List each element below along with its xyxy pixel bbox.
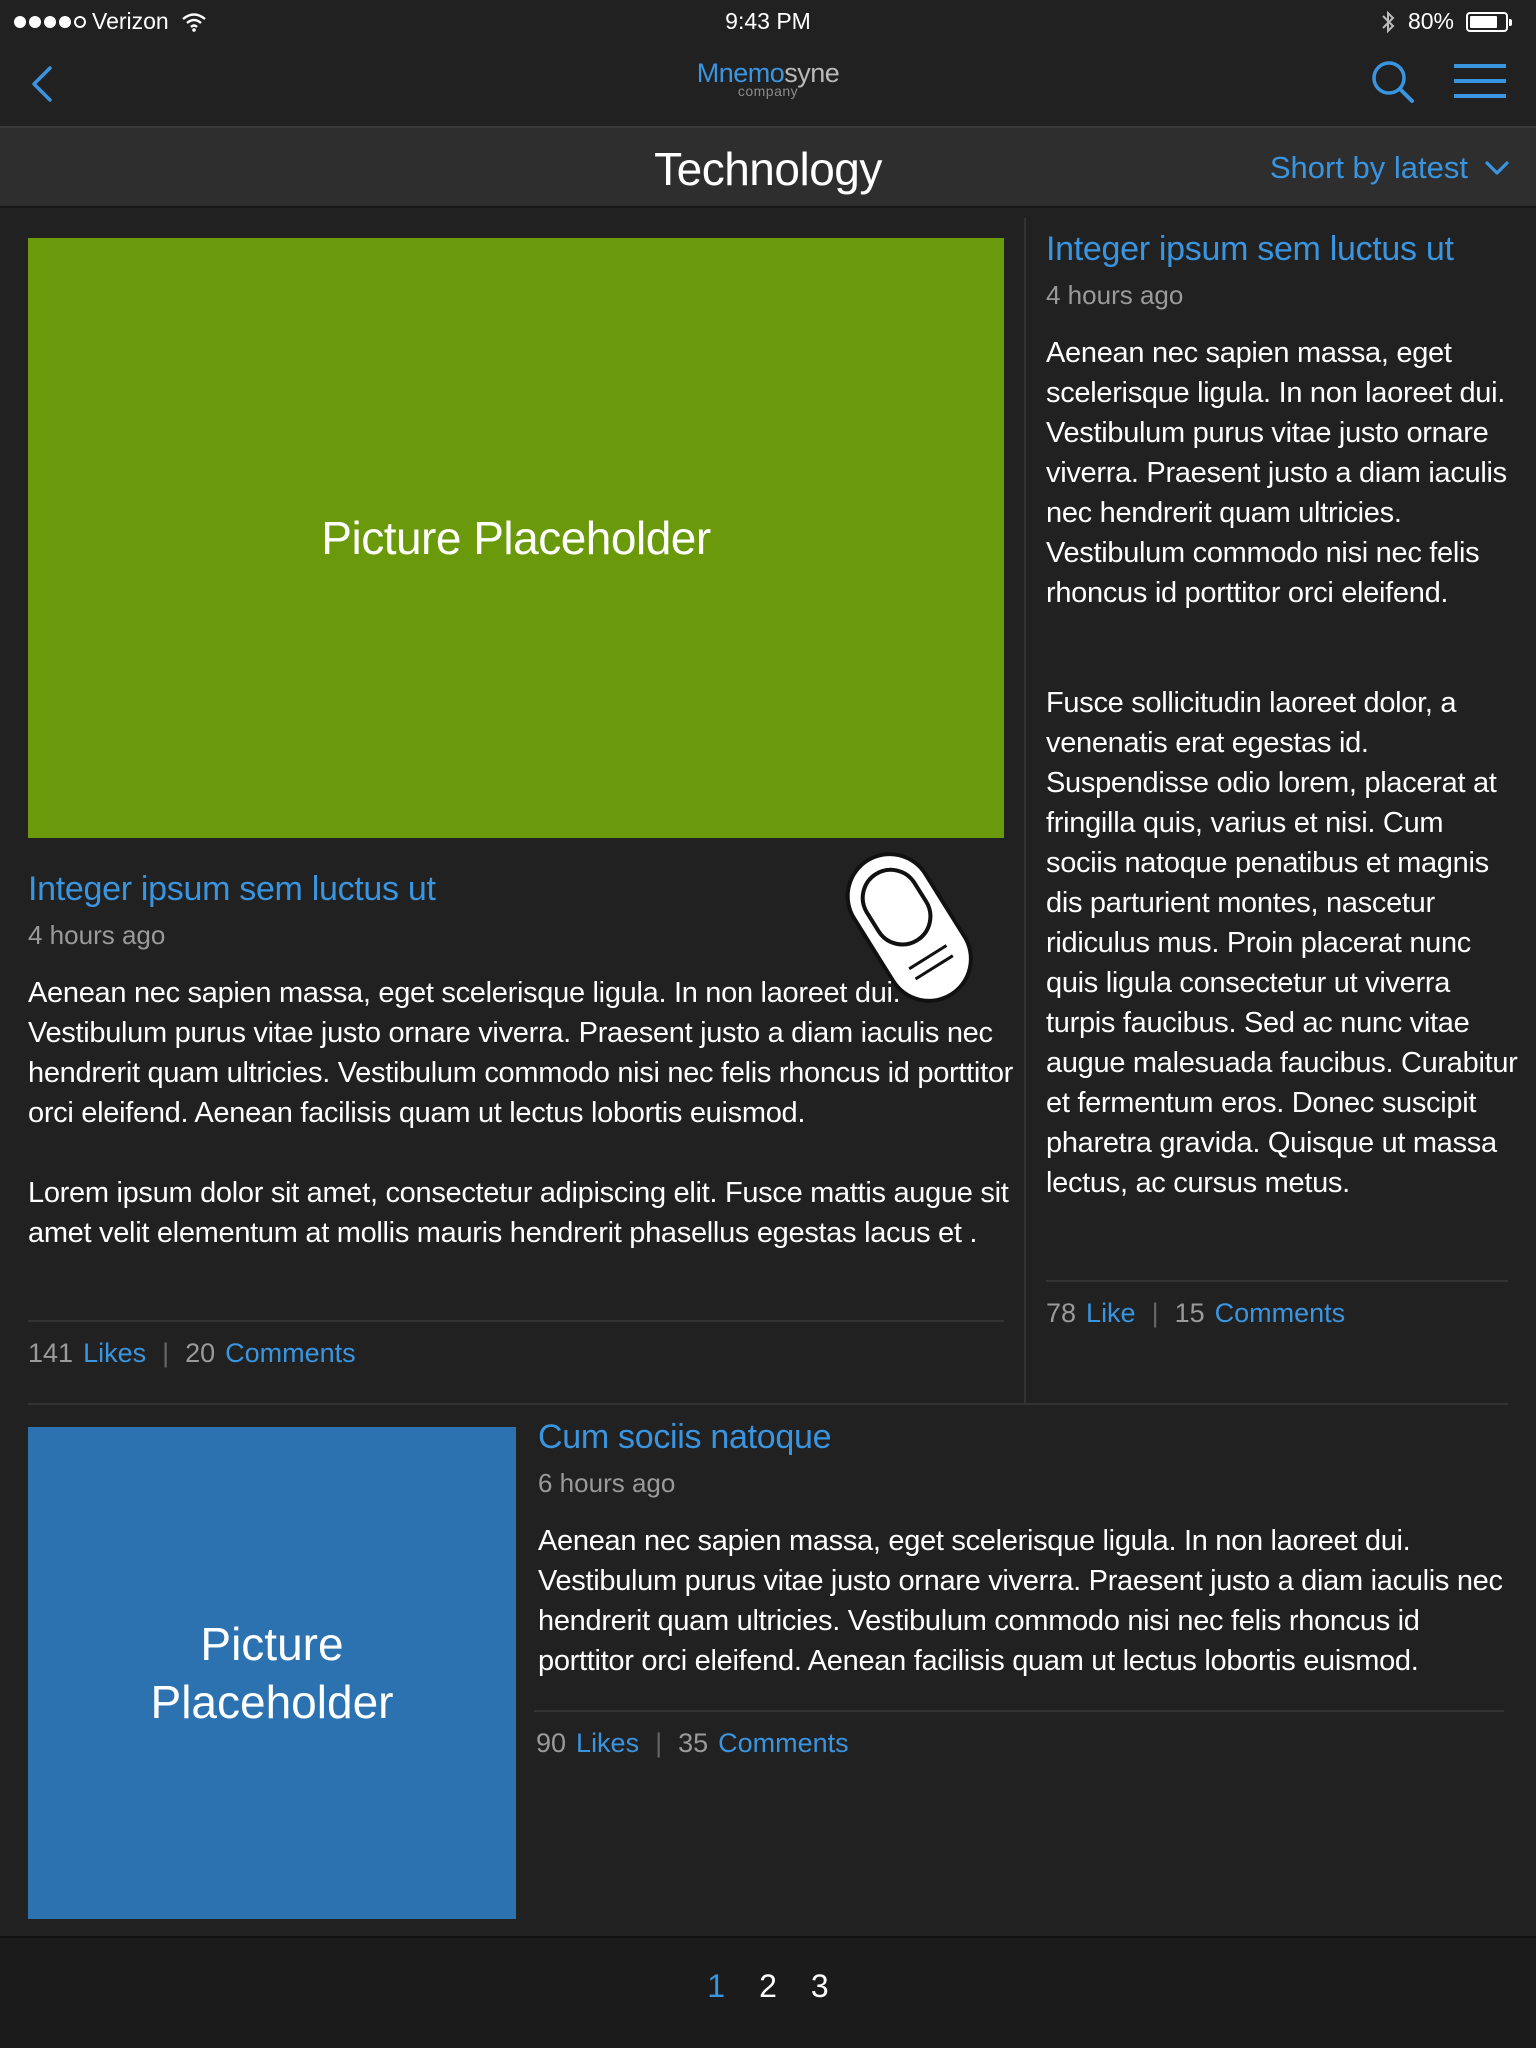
column-divider: [1024, 218, 1026, 1404]
status-bar: Verizon 9:43 PM 80%: [0, 0, 1536, 44]
clock: 9:43 PM: [725, 8, 811, 34]
article-image-placeholder[interactable]: Picture Placeholder: [28, 1427, 516, 1919]
article-stats: 90 Likes | 35 Comments: [536, 1728, 849, 1759]
article-title[interactable]: Cum sociis natoque: [538, 1418, 832, 1457]
placeholder-label: Picture Placeholder: [321, 512, 711, 564]
comments-count: 20: [185, 1338, 216, 1368]
menu-button[interactable]: [1450, 58, 1510, 106]
pagination-bar: 1 2 3: [0, 1936, 1536, 2048]
page-link-3[interactable]: 3: [811, 1968, 829, 2005]
comments-link[interactable]: Comments: [1215, 1298, 1346, 1329]
stats-separator: |: [655, 1728, 663, 1758]
bluetooth-icon: [1382, 10, 1395, 33]
app-logo: Mnemosyne company: [0, 58, 1536, 99]
placeholder-label-line1: Picture: [200, 1618, 344, 1670]
article-paragraph: Lorem ipsum dolor sit amet, consectetur …: [28, 1177, 1009, 1249]
likes-count: 141: [28, 1338, 74, 1368]
likes-link[interactable]: Likes: [83, 1338, 146, 1369]
sort-label: Short by latest: [1269, 150, 1468, 185]
article-paragraph: Aenean nec sapien massa, eget scelerisqu…: [538, 1525, 1503, 1677]
article-timestamp: 4 hours ago: [28, 920, 166, 950]
article-stats: 78 Like | 15 Comments: [1046, 1298, 1345, 1329]
page-link-1[interactable]: 1: [707, 1968, 725, 2005]
article-timestamp: 6 hours ago: [538, 1468, 676, 1498]
comments-count: 35: [678, 1728, 709, 1758]
battery-fill: [1470, 15, 1498, 28]
article-stats: 141 Likes | 20 Comments: [28, 1338, 356, 1369]
battery-percent: 80%: [1407, 8, 1454, 34]
likes-count: 90: [536, 1728, 567, 1758]
page-link-2[interactable]: 2: [759, 1968, 777, 2005]
divider: [1046, 1280, 1508, 1282]
placeholder-label-line2: Placeholder: [150, 1676, 394, 1728]
stats-separator: |: [1151, 1298, 1159, 1328]
likes-count: 78: [1046, 1298, 1077, 1328]
battery-icon: [1466, 11, 1512, 32]
article-title[interactable]: Integer ipsum sem luctus ut: [1046, 230, 1454, 269]
likes-link[interactable]: Like: [1086, 1298, 1136, 1329]
likes-link[interactable]: Likes: [576, 1728, 639, 1759]
divider: [28, 1320, 1004, 1322]
section-divider: [28, 1403, 1508, 1405]
status-right-group: 80%: [1380, 8, 1512, 35]
stats-separator: |: [162, 1338, 170, 1368]
menu-icon: [1454, 64, 1506, 98]
article-paragraph: Fusce sollicitudin laoreet dolor, a vene…: [1046, 687, 1518, 1199]
article-image-placeholder[interactable]: Picture Placeholder: [28, 238, 1004, 838]
comments-count: 15: [1174, 1298, 1205, 1328]
search-button[interactable]: [1366, 54, 1420, 112]
chevron-down-icon: [1485, 161, 1509, 175]
nav-bar: Mnemosyne company: [0, 44, 1536, 126]
article-timestamp: 4 hours ago: [1046, 280, 1184, 310]
comments-link[interactable]: Comments: [718, 1728, 849, 1759]
search-icon: [1372, 61, 1414, 103]
divider: [534, 1710, 1504, 1712]
pagination: 1 2 3: [0, 1968, 1536, 2005]
sort-dropdown[interactable]: Short by latest: [1270, 150, 1510, 186]
logo-subtitle: company: [737, 83, 799, 99]
comments-link[interactable]: Comments: [225, 1338, 356, 1369]
tap-gesture-icon: [845, 852, 973, 1003]
article-paragraph: Aenean nec sapien massa, eget scelerisqu…: [1046, 337, 1507, 609]
category-header: Technology Short by latest: [0, 126, 1536, 208]
article-title[interactable]: Integer ipsum sem luctus ut: [28, 870, 436, 909]
